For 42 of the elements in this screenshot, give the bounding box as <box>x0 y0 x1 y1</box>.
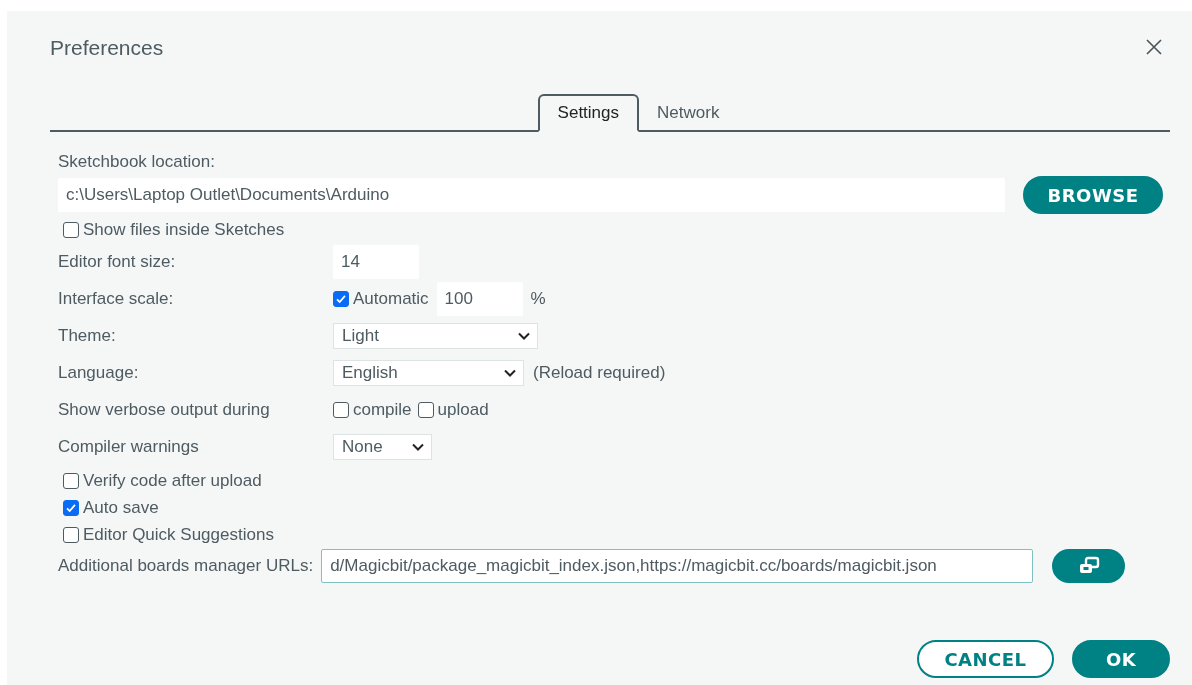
checkbox-label: upload <box>437 399 489 420</box>
number-field[interactable]: 100 <box>436 281 523 316</box>
checkbox[interactable] <box>417 401 434 418</box>
ok-button[interactable]: OK <box>1072 640 1170 678</box>
field-label: Sketchbook location: <box>58 152 216 173</box>
checkbox[interactable] <box>63 526 79 543</box>
checkbox-label: Editor Quick Suggestions <box>83 524 274 545</box>
caret-icon <box>411 441 425 452</box>
open-window-button[interactable] <box>1052 549 1126 583</box>
field-label: Additional boards manager URLs: <box>58 556 314 576</box>
checkbox-label: Show files inside Sketches <box>83 220 285 240</box>
close-icon[interactable] <box>1145 38 1163 56</box>
number-field[interactable]: 14 <box>333 244 419 279</box>
hint-text: (Reload required) <box>533 362 666 383</box>
dropdown[interactable]: English <box>333 359 524 386</box>
dialog-title: Preferences <box>50 35 164 60</box>
dropdown[interactable]: None <box>333 433 432 460</box>
checkbox[interactable] <box>63 222 79 238</box>
checkbox-label: Verify code after upload <box>83 470 262 491</box>
checkbox[interactable] <box>333 290 349 307</box>
dropdown[interactable]: Light <box>333 322 538 349</box>
checkbox-label: compile <box>353 399 412 420</box>
checkbox-label: Automatic <box>353 288 429 309</box>
setting-label: Editor font size: <box>58 251 177 272</box>
url-field[interactable]: d/Magicbit/package_magicbit_index.json,https://magicbit.cc/boards/magicbit.json <box>321 549 1034 583</box>
path-field[interactable]: c:\Users\Laptop Outlet\Documents\Arduino <box>58 178 1005 212</box>
setting-label: Interface scale: <box>58 288 175 309</box>
caret-icon <box>517 330 531 341</box>
checkbox[interactable] <box>333 401 349 418</box>
checkbox[interactable] <box>63 472 79 489</box>
cancel-button[interactable]: CANCEL <box>917 640 1054 678</box>
tab[interactable]: Network <box>639 94 738 132</box>
setting-label: Theme: <box>58 325 117 346</box>
setting-label: Show verbose output during <box>58 399 271 420</box>
tab[interactable]: Settings <box>537 94 640 132</box>
checkbox[interactable] <box>63 499 79 516</box>
browse-button[interactable]: BROWSE <box>1023 176 1163 214</box>
setting-label: Language: <box>58 362 140 383</box>
unit-label: % <box>530 288 546 309</box>
setting-label: Compiler warnings <box>58 436 200 457</box>
checkbox-label: Auto save <box>83 497 159 518</box>
caret-icon <box>503 367 517 378</box>
